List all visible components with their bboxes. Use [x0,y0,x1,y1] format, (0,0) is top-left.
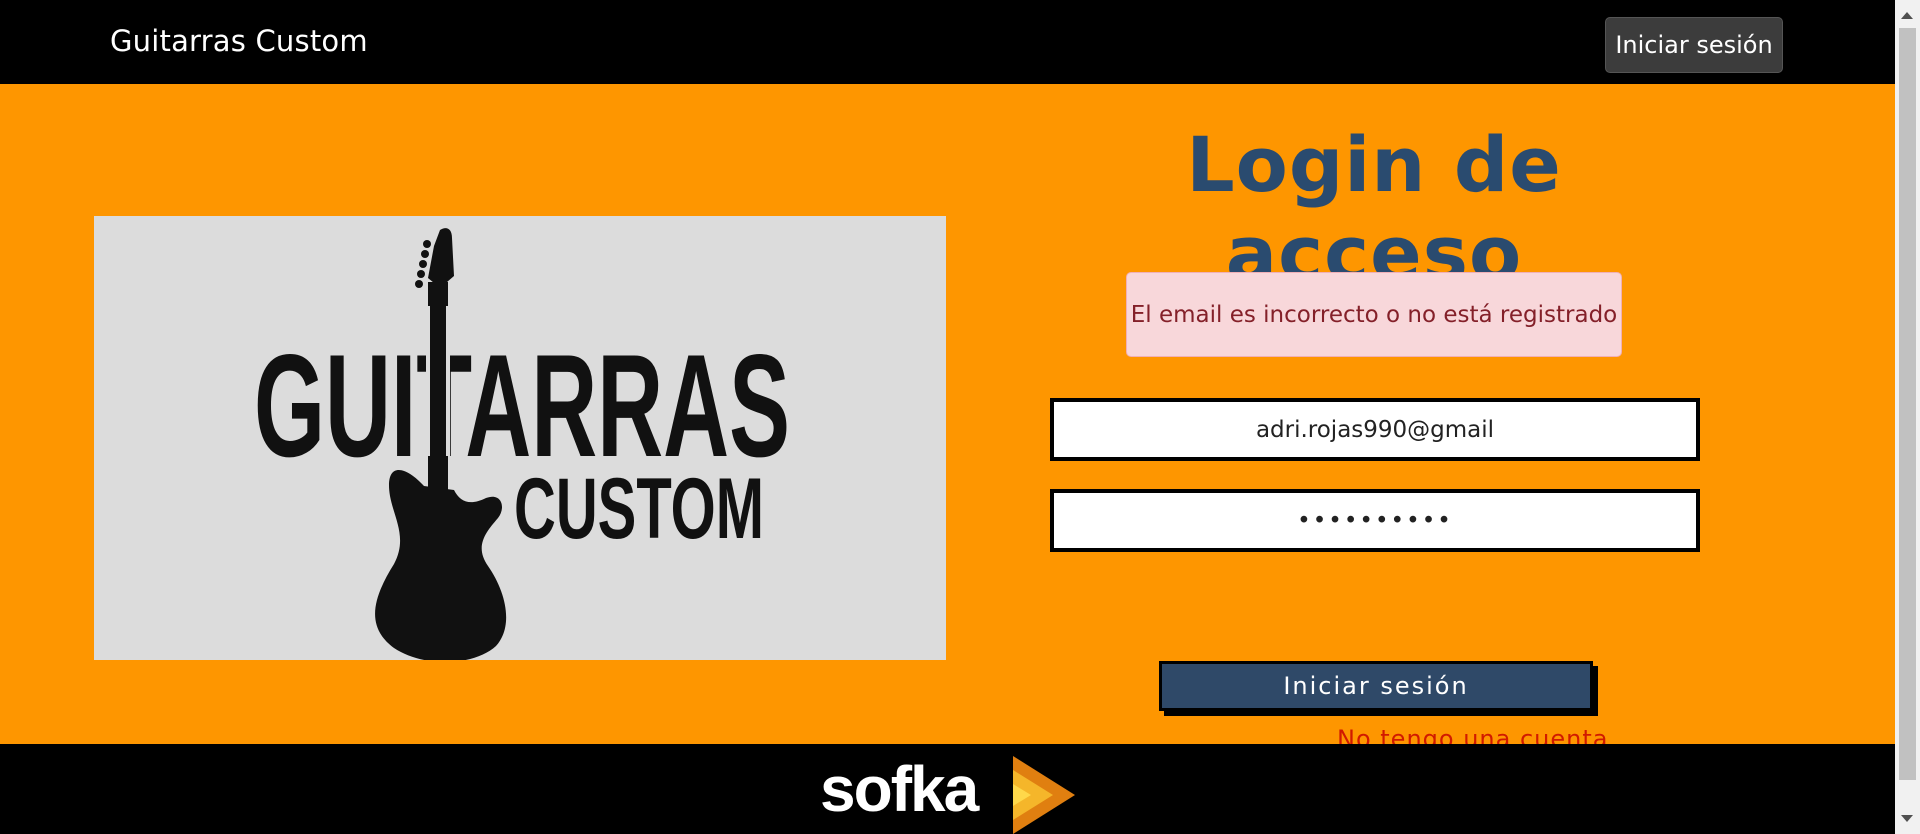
guitarras-custom-logo: GUITARRAS CUSTOM [94,216,946,660]
top-navbar: Guitarras Custom Iniciar sesión [0,0,1895,84]
sofka-logo-text: sofka [820,753,979,825]
error-alert: El email es incorrecto o no está registr… [1126,272,1622,357]
footer: sofka [0,744,1895,834]
submit-login-button[interactable]: Iniciar sesión [1159,661,1593,711]
nav-login-button[interactable]: Iniciar sesión [1605,17,1783,73]
scroll-down-arrow-icon[interactable] [1901,815,1913,822]
scroll-up-arrow-icon[interactable] [1901,12,1913,19]
password-input[interactable] [1050,489,1700,552]
scrollbar-thumb[interactable] [1899,28,1916,780]
sofka-arrow-icon [1013,756,1075,834]
guitar-icon: GUITARRAS CUSTOM [254,228,790,660]
brand-title[interactable]: Guitarras Custom [110,24,368,58]
main-content: GUITARRAS CUSTOM Login de acceso El emai… [0,84,1895,753]
vertical-scrollbar[interactable] [1895,0,1920,834]
logo-wordmark-line2: CUSTOM [514,461,764,557]
email-input[interactable] [1050,398,1700,461]
